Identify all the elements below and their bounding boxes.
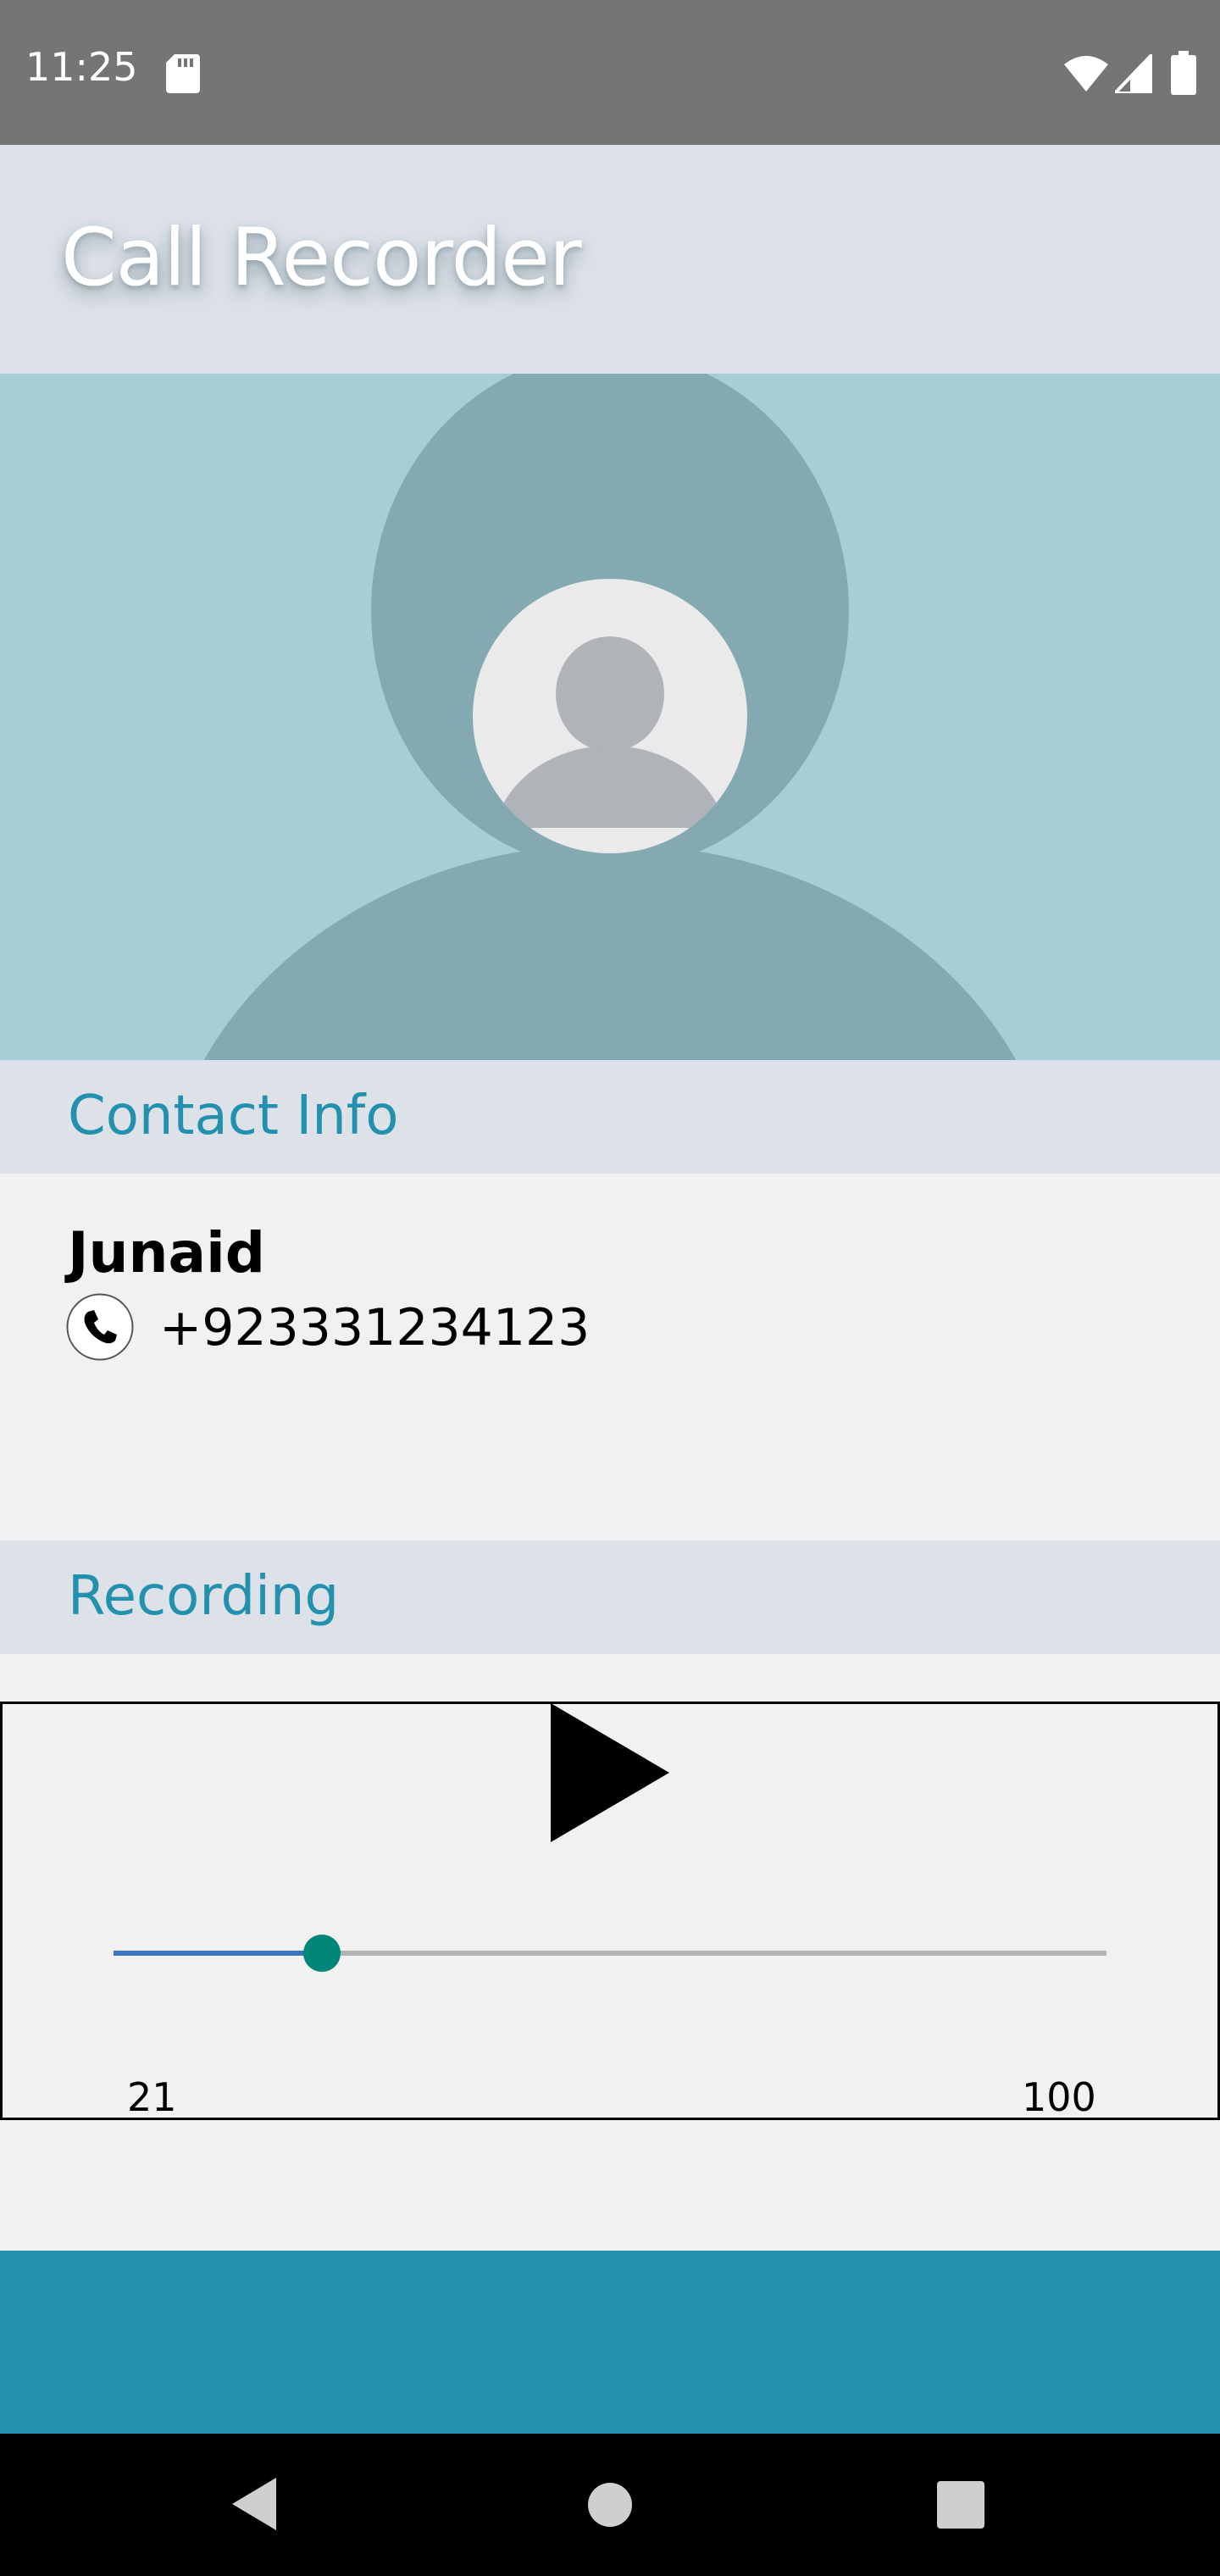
seek-bar-progress (114, 1951, 323, 1956)
recording-title: Recording (68, 1565, 340, 1628)
battery-icon (1171, 51, 1196, 95)
total-duration-label: 100 (1022, 2074, 1096, 2120)
app-title: Call Recorder (61, 212, 582, 304)
phone-icon[interactable] (66, 1293, 134, 1361)
signal-icon (1115, 54, 1152, 93)
contact-phone-number[interactable]: +923331234123 (159, 1298, 590, 1357)
back-icon[interactable] (229, 2474, 280, 2534)
bottom-bar (0, 2251, 1220, 2434)
recents-icon[interactable] (937, 2481, 984, 2529)
wifi-icon (1064, 56, 1108, 92)
play-icon[interactable] (546, 1702, 673, 1844)
status-time: 11:25 (25, 44, 138, 90)
home-icon[interactable] (588, 2483, 632, 2527)
contact-info-title: Contact Info (68, 1085, 399, 1147)
current-position-label: 21 (127, 2074, 177, 2120)
default-avatar-icon (203, 374, 1017, 1060)
contact-name: Junaid (68, 1220, 265, 1285)
contact-photo-banner (0, 374, 1220, 1060)
seek-bar-thumb[interactable] (303, 1935, 341, 1972)
sd-card-icon (166, 54, 200, 93)
